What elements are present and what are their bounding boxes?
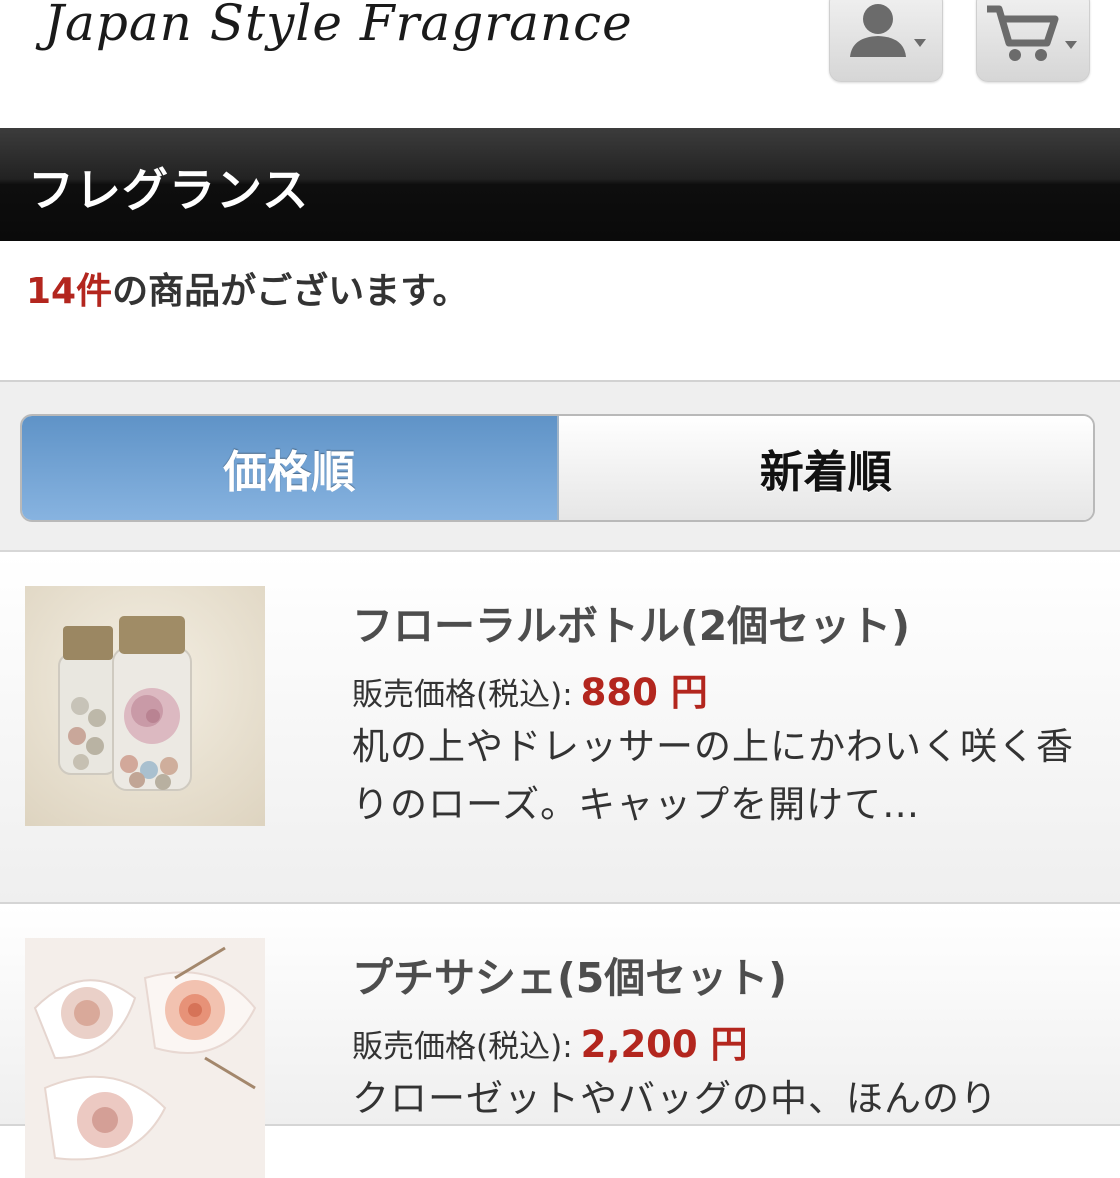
- account-menu-button[interactable]: [829, 0, 943, 82]
- sort-area: 価格順 新着順: [0, 380, 1120, 552]
- user-icon: [850, 4, 926, 57]
- price-label: 販売価格(税込):: [352, 1029, 573, 1065]
- product-price-row: 販売価格(税込): 880 円: [352, 662, 708, 716]
- product-list-item[interactable]: フローラルボトル(2個セット) 販売価格(税込): 880 円 机の上やドレッサー…: [0, 554, 1120, 904]
- chevron-down-icon: [914, 39, 926, 47]
- price-value: 880 円: [580, 671, 708, 714]
- price-label: 販売価格(税込):: [352, 677, 573, 713]
- site-logo[interactable]: Japan Style Fragrance: [44, 0, 633, 52]
- category-title: フレグランス: [28, 163, 310, 217]
- floral-bottle-image: [25, 586, 265, 826]
- product-description: 机の上やドレッサーの上にかわいく咲く香りのローズ。キャップを開けて…: [352, 725, 1074, 826]
- sort-toggle: 価格順 新着順: [20, 414, 1095, 522]
- sort-by-newest-button[interactable]: 新着順: [558, 416, 1093, 520]
- sachet-image: [25, 938, 265, 1178]
- product-image[interactable]: [25, 938, 265, 1178]
- category-bar: フレグランス: [0, 128, 1120, 241]
- product-description: クローゼットやバッグの中、ほんのり: [352, 1077, 998, 1120]
- cart-menu-button[interactable]: [976, 0, 1090, 82]
- product-name[interactable]: プチサシェ(5個セット): [352, 944, 787, 1004]
- chevron-down-icon: [1065, 41, 1077, 49]
- sort-by-price-button[interactable]: 価格順: [22, 416, 559, 520]
- product-image[interactable]: [25, 586, 265, 826]
- cart-icon: [987, 5, 1077, 61]
- result-count-suffix: の商品がございます。: [112, 271, 469, 312]
- product-list-item[interactable]: プチサシェ(5個セット) 販売価格(税込): 2,200 円 クローゼットやバッグ…: [0, 906, 1120, 1178]
- result-count: 14件の商品がございます。: [26, 262, 469, 314]
- product-name[interactable]: フローラルボトル(2個セット): [352, 592, 910, 652]
- price-value: 2,200 円: [580, 1023, 748, 1066]
- site-header: Japan Style Fragrance: [0, 0, 1120, 128]
- result-count-number: 14件: [26, 271, 113, 312]
- product-price-row: 販売価格(税込): 2,200 円: [352, 1014, 748, 1068]
